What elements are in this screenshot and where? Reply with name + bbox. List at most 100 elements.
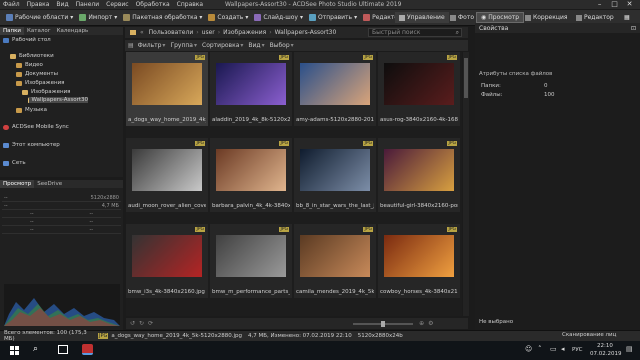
- network-tray-icon[interactable]: ▭: [550, 345, 557, 353]
- thumbnail-item[interactable]: JPG asus-rog-3840x2160-4k-16814...: [378, 52, 460, 126]
- thumbnail-item[interactable]: JPG amy-adams-5120x2880-2016-...: [294, 52, 376, 126]
- slider-handle[interactable]: [381, 320, 386, 327]
- menu-panels[interactable]: Панели: [76, 1, 100, 8]
- menu-file[interactable]: Файл: [3, 1, 20, 8]
- tree-documents[interactable]: Документы: [16, 71, 58, 77]
- thumbnail-image[interactable]: [300, 63, 370, 105]
- task-view-icon[interactable]: [58, 345, 68, 354]
- thumbnail-image[interactable]: [132, 235, 202, 277]
- view-button[interactable]: Вид: [248, 42, 260, 49]
- computer-icon: [3, 142, 9, 148]
- close-icon[interactable]: ✕: [623, 0, 636, 8]
- thumbnail-item[interactable]: JPG camila_mendes_2019_4k_5k_...: [294, 224, 376, 298]
- tab-calendar[interactable]: Календарь: [54, 27, 92, 35]
- tab-catalog[interactable]: Каталог: [24, 27, 54, 35]
- thumbnail-item[interactable]: JPG beautiful-girl-3840x2160-port...: [378, 138, 460, 212]
- view-toggle-icon[interactable]: ▤: [128, 42, 134, 49]
- sync-icon[interactable]: ⟳: [148, 320, 153, 327]
- pin-icon[interactable]: ⊡: [631, 25, 636, 32]
- tree-wallpapers[interactable]: Wallpapers-Assort30: [28, 97, 88, 103]
- thumbnail-image[interactable]: [132, 63, 202, 105]
- acdsee-taskbar-icon[interactable]: [82, 344, 93, 355]
- mode-edit[interactable]: Редактор: [572, 12, 618, 23]
- rotate-right-icon[interactable]: ↻: [139, 320, 144, 327]
- tree-music[interactable]: Музыка: [16, 107, 47, 113]
- mode-photos[interactable]: Фото: [446, 12, 478, 23]
- settings-icon[interactable]: ⚙: [428, 320, 433, 327]
- thumbnail-image[interactable]: [216, 63, 286, 105]
- menu-help[interactable]: Справка: [177, 1, 203, 8]
- breadcrumb-item[interactable]: Пользователи: [149, 29, 194, 36]
- tab-folders[interactable]: Папки: [0, 27, 24, 35]
- menu-edit[interactable]: Правка: [27, 1, 50, 8]
- thumbnail-image[interactable]: [384, 149, 454, 191]
- dashboard-button[interactable]: ▦: [620, 12, 634, 23]
- menu-process[interactable]: Обработка: [136, 1, 170, 8]
- send-button[interactable]: Отправить ▾: [309, 14, 357, 21]
- tree-pictures[interactable]: Изображения: [22, 89, 70, 95]
- tray-arrow-icon[interactable]: ˄: [538, 345, 542, 353]
- tab-seedrive[interactable]: SeeDrive: [34, 180, 65, 188]
- thumbnail-image[interactable]: [132, 149, 202, 191]
- thumbnail-item[interactable]: JPG bmw_m_performance_parts_...: [210, 224, 292, 298]
- tree-video[interactable]: Видео: [16, 62, 43, 68]
- mode-develop[interactable]: Коррекция: [521, 12, 571, 23]
- zoom-in-icon[interactable]: ⊕: [419, 320, 424, 327]
- filter-button[interactable]: Фильтр: [138, 42, 162, 49]
- thumbnail-item[interactable]: JPG a_dogs_way_home_2019_4k_5...: [126, 52, 208, 126]
- select-button[interactable]: Выбор: [270, 42, 290, 49]
- language-indicator[interactable]: РУС: [572, 347, 583, 353]
- group-button[interactable]: Группа: [170, 42, 193, 49]
- thumbnail-item[interactable]: JPG bmw_i3s_4k-3840x2160.jpg: [126, 224, 208, 298]
- slideshow-button[interactable]: Слайд-шоу ▾: [254, 14, 303, 21]
- breadcrumb-item[interactable]: Изображения: [223, 29, 266, 36]
- tree-network[interactable]: Сеть: [3, 160, 26, 166]
- breadcrumb-item[interactable]: Wallpapers-Assort30: [275, 29, 337, 36]
- scrollbar-thumb[interactable]: [464, 58, 468, 98]
- mode-view[interactable]: ◉ Просмотр: [476, 12, 525, 23]
- volume-icon[interactable]: ◂: [561, 345, 565, 353]
- tree-mobile-sync[interactable]: ACDSee Mobile Sync: [3, 124, 69, 130]
- back-icon[interactable]: «: [140, 29, 144, 36]
- mode-manage[interactable]: Управление: [395, 12, 449, 23]
- file-info: 4,7 МБ, Изменено: 07.02.2019 22:10: [248, 333, 352, 339]
- thumbnail-item[interactable]: JPG bb_8_in_star_wars_the_last_je...: [294, 138, 376, 212]
- thumbnail-item[interactable]: JPG audi_moon_rover_alien_cove...: [126, 138, 208, 212]
- clock-date[interactable]: 07.02.2019: [590, 351, 622, 357]
- clock-time[interactable]: 22:10: [597, 343, 613, 349]
- create-button[interactable]: Создать ▾: [208, 14, 248, 21]
- tree-this-pc[interactable]: Этот компьютер: [3, 142, 60, 148]
- slider-track[interactable]: [353, 320, 414, 327]
- import-button[interactable]: Импорт ▾: [79, 14, 117, 21]
- minimize-icon[interactable]: –: [593, 0, 606, 8]
- search-icon[interactable]: ⌕: [456, 29, 461, 37]
- batch-button[interactable]: Пакетная обработка ▾: [123, 14, 202, 21]
- thumbnail-item[interactable]: JPG cowboy_horses_4k-3840x2160...: [378, 224, 460, 298]
- thumbnail-image[interactable]: [300, 149, 370, 191]
- search-icon[interactable]: ⌕: [33, 344, 38, 354]
- menu-tools[interactable]: Сервис: [106, 1, 128, 8]
- tree-desktop[interactable]: Рабочий стол: [3, 37, 51, 43]
- thumbnail-item[interactable]: JPG aladdin_2019_4k_8k-5120x2880...: [210, 52, 292, 126]
- tab-preview[interactable]: Просмотр: [0, 180, 35, 188]
- maximize-icon[interactable]: □: [608, 0, 621, 8]
- breadcrumb-item[interactable]: user: [202, 29, 215, 36]
- grid-scrollbar[interactable]: [463, 52, 469, 316]
- search-input[interactable]: Быстрый поиск: [369, 29, 456, 36]
- notifications-icon[interactable]: ▤: [626, 345, 633, 353]
- menu-view[interactable]: Вид: [56, 1, 68, 8]
- thumbnail-image[interactable]: [216, 235, 286, 277]
- windows-start-icon[interactable]: [10, 346, 19, 355]
- thumbnail-item[interactable]: JPG barbara_palvin_4k_4k-3840x2...: [210, 138, 292, 212]
- tree-pictures-lib[interactable]: Изображения: [16, 80, 64, 86]
- quick-search[interactable]: Быстрый поиск ⌕: [368, 28, 462, 37]
- thumbnail-image[interactable]: [384, 63, 454, 105]
- rotate-left-icon[interactable]: ↺: [130, 320, 135, 327]
- thumbnail-image[interactable]: [384, 235, 454, 277]
- thumbnail-image[interactable]: [300, 235, 370, 277]
- sort-button[interactable]: Сортировка: [202, 42, 239, 49]
- people-icon[interactable]: ☺: [525, 345, 532, 353]
- workspaces-button[interactable]: Рабочие области ▾: [6, 14, 73, 21]
- tree-libraries[interactable]: Библиотеки: [10, 53, 54, 59]
- thumbnail-image[interactable]: [216, 149, 286, 191]
